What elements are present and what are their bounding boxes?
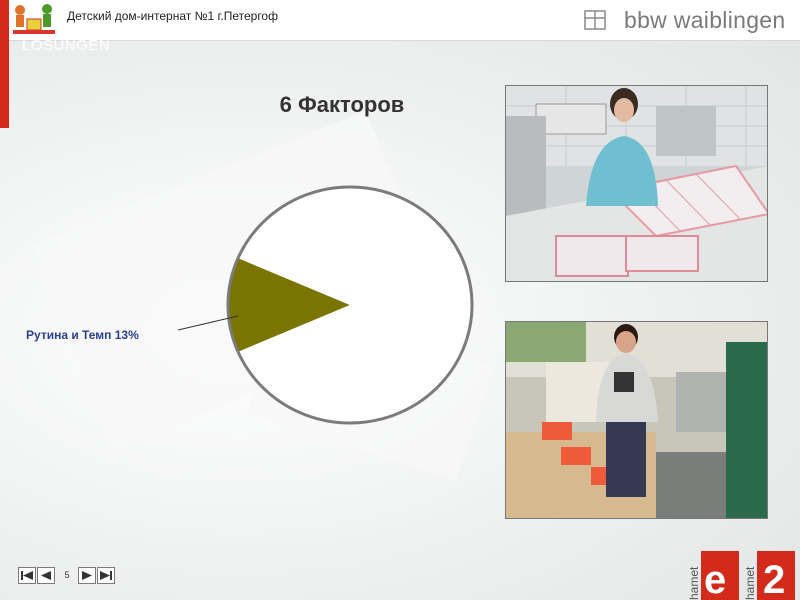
logo-digit: 2 (763, 558, 785, 600)
first-page-button[interactable] (18, 567, 36, 584)
photo-laundry-folding (505, 85, 768, 282)
photo-packing-workshop (505, 321, 768, 519)
logo-letter: e (704, 558, 726, 600)
next-page-icon (82, 571, 92, 580)
photo-laundry-image (506, 86, 767, 281)
pie-chart (177, 185, 474, 425)
last-page-icon (100, 571, 112, 580)
logo-text-right: hamet (743, 566, 757, 600)
last-page-button[interactable] (97, 567, 115, 584)
previous-page-button[interactable] (37, 567, 55, 584)
hamet-e2-logo: hamet e hamet 2 (687, 551, 795, 600)
orphanage-logo (13, 4, 55, 34)
slide-navigation: 5 (18, 567, 116, 585)
slide-title: 6 Факторов (279, 92, 405, 117)
first-page-icon (21, 571, 33, 580)
page-number: 5 (64, 570, 70, 580)
slide: Детский дом-интернат №1 г.Петергоф LÖSUN… (0, 0, 800, 600)
organization-title: Детский дом-интернат №1 г.Петергоф (67, 9, 278, 23)
watermark-text: LÖSUNGEN (22, 37, 111, 54)
bbw-logo-icon (584, 10, 606, 30)
pie-slice-label: Рутина и Темп 13% (26, 328, 139, 342)
previous-page-icon (41, 571, 51, 580)
next-page-button[interactable] (78, 567, 96, 584)
red-accent-bar (0, 0, 9, 128)
brand-name: bbw waiblingen (624, 7, 786, 33)
logo-text-left: hamet (687, 566, 701, 600)
photo-packing-image (506, 322, 767, 518)
